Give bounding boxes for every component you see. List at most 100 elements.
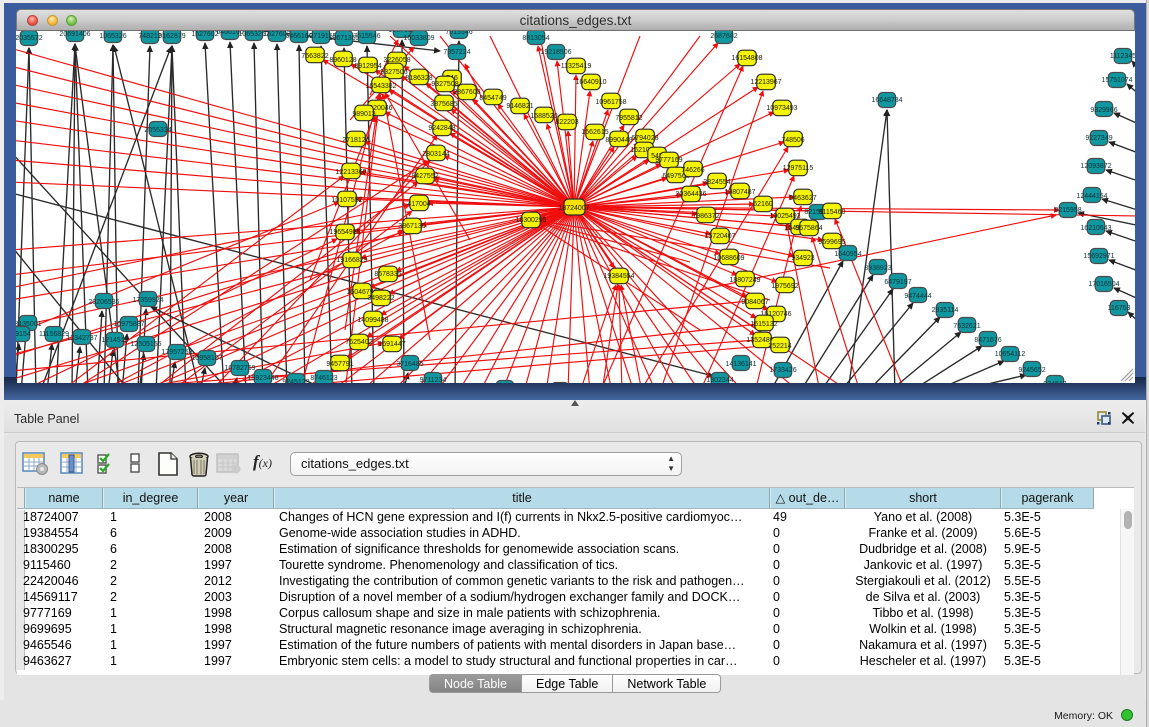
svg-text:15692971: 15692971 <box>1083 253 1114 260</box>
svg-text:19384554: 19384554 <box>603 273 634 280</box>
svg-text:9084067: 9084067 <box>741 299 768 306</box>
svg-text:9245652: 9245652 <box>1018 367 1045 374</box>
svg-text:9463627: 9463627 <box>789 195 816 202</box>
svg-text:822203: 822203 <box>555 119 578 126</box>
svg-text:20364436: 20364436 <box>675 191 706 198</box>
svg-text:934923: 934923 <box>791 255 814 262</box>
svg-text:16210643: 16210643 <box>1080 225 1111 232</box>
svg-text:9242848: 9242848 <box>428 125 455 132</box>
svg-text:9777169: 9777169 <box>655 157 682 164</box>
svg-text:2035572: 2035572 <box>16 35 43 42</box>
svg-text:3824554: 3824554 <box>703 179 730 186</box>
svg-text:9327506: 9327506 <box>380 69 407 76</box>
svg-text:6479197: 6479197 <box>884 279 911 286</box>
svg-text:14099488: 14099488 <box>357 317 388 324</box>
svg-text:9146821: 9146821 <box>506 103 533 110</box>
svg-text:7632621: 7632621 <box>953 323 980 330</box>
svg-text:8912954: 8912954 <box>354 63 381 70</box>
svg-text:12342737: 12342737 <box>66 335 97 342</box>
svg-text:39154: 39154 <box>16 331 31 338</box>
svg-text:8938923: 8938923 <box>864 265 891 272</box>
svg-text:3498222: 3498222 <box>367 295 394 302</box>
svg-text:11325419: 11325419 <box>561 63 592 70</box>
svg-text:15923448: 15923448 <box>247 375 278 382</box>
svg-text:2718126: 2718126 <box>342 137 369 144</box>
svg-text:7663822: 7663822 <box>301 53 328 60</box>
svg-text:17016504: 17016504 <box>1088 281 1119 288</box>
svg-text:3875685: 3875685 <box>430 101 457 108</box>
svg-text:7515546: 7515546 <box>353 33 380 40</box>
svg-text:12213967: 12213967 <box>750 79 781 86</box>
svg-text:19218506: 19218506 <box>540 49 571 56</box>
svg-text:1615132: 1615132 <box>750 321 777 328</box>
svg-text:8813054: 8813054 <box>522 35 549 42</box>
svg-text:9162879: 9162879 <box>158 33 185 40</box>
svg-text:3716485: 3716485 <box>396 361 423 368</box>
svg-text:417004: 417004 <box>407 201 430 208</box>
svg-text:9474444: 9474444 <box>904 293 931 300</box>
svg-text:3867130: 3867130 <box>398 223 425 230</box>
svg-text:2687682: 2687682 <box>710 33 737 40</box>
svg-text:10688609: 10688609 <box>713 255 744 262</box>
svg-text:10654112: 10654112 <box>995 351 1026 358</box>
svg-text:10961758: 10961758 <box>595 99 626 106</box>
svg-text:17957253: 17957253 <box>161 349 192 356</box>
svg-text:252214: 252214 <box>768 343 791 350</box>
svg-text:16154808: 16154808 <box>731 55 762 62</box>
svg-text:8186328: 8186328 <box>405 75 432 82</box>
svg-text:1640954: 1640954 <box>834 251 861 258</box>
svg-text:20691406: 20691406 <box>59 31 90 38</box>
svg-text:12213369: 12213369 <box>335 169 366 176</box>
svg-text:8454749: 8454749 <box>479 95 506 102</box>
svg-text:2055334: 2055334 <box>144 127 171 134</box>
svg-text:989013: 989013 <box>352 111 375 118</box>
svg-text:19166829: 19166829 <box>336 257 367 264</box>
svg-text:12505155: 12505155 <box>130 341 161 348</box>
svg-text:1562615: 1562615 <box>581 129 608 136</box>
svg-text:7625402: 7625402 <box>345 339 372 346</box>
svg-text:9457791: 9457791 <box>326 361 353 368</box>
svg-text:9245123: 9245123 <box>282 379 309 383</box>
svg-text:11156829: 11156829 <box>39 331 69 338</box>
svg-text:16648784: 16648784 <box>871 97 902 104</box>
svg-text:18807249: 18807249 <box>729 277 760 284</box>
svg-text:1588520: 1588520 <box>530 113 557 120</box>
svg-text:1527602: 1527602 <box>191 31 218 38</box>
svg-text:18724007: 18724007 <box>558 205 589 212</box>
svg-text:14136141: 14136141 <box>725 361 756 368</box>
svg-text:17359924: 17359924 <box>132 297 163 304</box>
svg-text:12444154: 12444154 <box>1076 193 1107 200</box>
svg-text:9227349: 9227349 <box>1085 135 1112 142</box>
svg-text:62160: 62160 <box>753 201 773 208</box>
svg-text:2803144: 2803144 <box>422 151 449 158</box>
svg-text:16543382: 16543382 <box>365 83 396 90</box>
svg-text:16782759: 16782759 <box>224 365 255 372</box>
svg-text:8427552: 8427552 <box>411 173 438 180</box>
svg-text:8215958: 8215958 <box>1054 207 1081 214</box>
svg-text:9699695: 9699695 <box>818 239 845 246</box>
svg-text:12093872: 12093872 <box>1080 163 1111 170</box>
svg-text:19654985: 19654985 <box>329 229 360 236</box>
svg-text:8471676: 8471676 <box>974 337 1001 344</box>
svg-text:20206536: 20206536 <box>88 299 119 306</box>
svg-text:7986372: 7986372 <box>692 213 719 220</box>
svg-text:7515546: 7515546 <box>445 31 472 36</box>
svg-text:9575864: 9575864 <box>795 225 822 232</box>
svg-text:746266: 746266 <box>681 167 704 174</box>
svg-text:1691447: 1691447 <box>378 341 405 348</box>
svg-text:9115460: 9115460 <box>819 209 846 216</box>
svg-text:748506: 748506 <box>781 137 804 144</box>
svg-text:116753: 116753 <box>1108 305 1131 312</box>
svg-text:9711234: 9711234 <box>420 377 447 383</box>
svg-text:10807487: 10807487 <box>724 189 755 196</box>
svg-text:8746123: 8746123 <box>310 375 337 382</box>
svg-text:1112345: 1112345 <box>1110 53 1135 60</box>
svg-text:2935114: 2935114 <box>932 307 959 314</box>
svg-text:8578335: 8578335 <box>374 271 401 278</box>
svg-text:924512: 924512 <box>1043 381 1066 383</box>
svg-text:1065326: 1065326 <box>99 33 126 40</box>
svg-text:2867608: 2867608 <box>453 89 480 96</box>
svg-text:8960128: 8960128 <box>329 57 356 64</box>
svg-text:15720407: 15720407 <box>704 233 735 240</box>
svg-text:8990448: 8990448 <box>605 137 632 144</box>
